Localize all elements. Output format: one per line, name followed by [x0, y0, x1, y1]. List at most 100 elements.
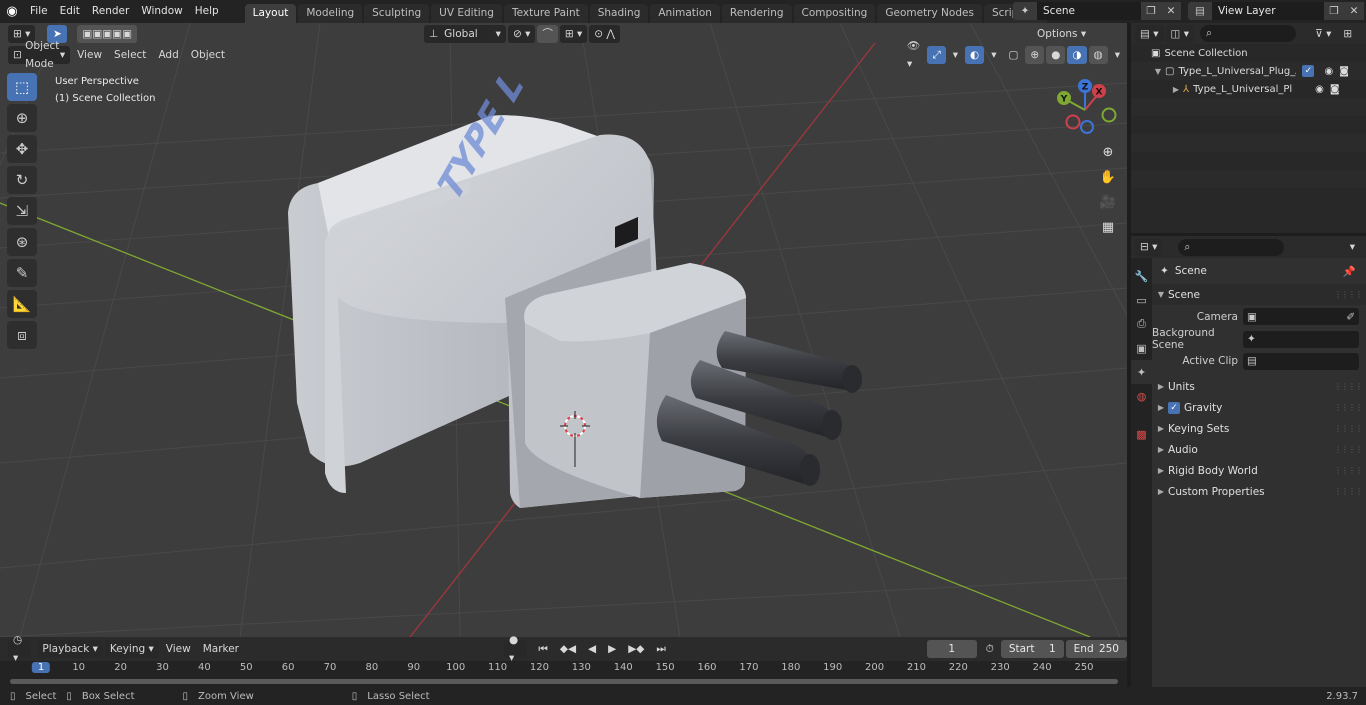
playback-dropdown[interactable]: Playback ▾: [37, 640, 103, 658]
panel-grip-icon[interactable]: ⋮⋮⋮⋮: [1334, 290, 1363, 299]
gizmo-dropdown-icon[interactable]: ▾: [948, 46, 963, 64]
timeline-editor-type-button[interactable]: ◷ ▾: [8, 634, 32, 664]
keying-sets-expand-icon[interactable]: ▶: [1154, 424, 1168, 433]
active-clip-field[interactable]: ▤: [1243, 352, 1359, 370]
keying-dropdown[interactable]: Keying ▾: [104, 640, 159, 658]
shading-solid-icon[interactable]: ●: [1046, 45, 1066, 64]
blender-logo-icon[interactable]: ◉: [0, 0, 24, 23]
units-expand-icon[interactable]: ▶: [1154, 382, 1168, 391]
rigid-body-expand-icon[interactable]: ▶: [1154, 466, 1168, 475]
exclude-checkbox[interactable]: ✓: [1302, 65, 1315, 77]
gravity-expand-icon[interactable]: ▶: [1154, 403, 1168, 412]
units-panel-header[interactable]: ▶ Units ⋮⋮⋮⋮: [1152, 376, 1366, 397]
audio-panel-header[interactable]: ▶ Audio ⋮⋮⋮⋮: [1152, 439, 1366, 460]
tab-shading[interactable]: Shading: [589, 4, 649, 23]
close-scene-icon[interactable]: ✕: [1161, 2, 1181, 20]
menu-render[interactable]: Render: [86, 0, 135, 23]
properties-editor-type-button[interactable]: ⊟ ▾: [1135, 238, 1163, 256]
next-keyframe-icon[interactable]: ▶◆: [623, 640, 649, 658]
gizmo-toggle-icon[interactable]: ⤢: [927, 45, 946, 64]
shading-rendered-icon[interactable]: ◍: [1088, 45, 1108, 64]
zoom-icon[interactable]: ⊕: [1097, 141, 1119, 163]
3d-viewport[interactable]: TYPE L Z X Y ⊞ ▾ ➤ ▣▣▣▣▣ ⊥ Global ▾ ⊘ ▾ …: [0, 23, 1127, 637]
properties-search-input[interactable]: ⌕: [1178, 238, 1285, 256]
tab-sculpting[interactable]: Sculpting: [364, 4, 430, 23]
filter-icon[interactable]: ⊽ ▾: [1310, 25, 1336, 43]
scene-name[interactable]: Scene: [1037, 2, 1141, 20]
rigid-body-grip-icon[interactable]: ⋮⋮⋮⋮: [1334, 466, 1363, 475]
end-frame-field[interactable]: End 250: [1065, 640, 1127, 658]
rotate-tool-icon[interactable]: ↻: [7, 166, 37, 194]
shading-material-icon[interactable]: ◑: [1067, 45, 1087, 64]
shading-dropdown-icon[interactable]: ▾: [1110, 46, 1125, 64]
output-tab-icon[interactable]: ⎙: [1131, 312, 1152, 336]
view-layer-tab-icon[interactable]: ▣: [1131, 336, 1152, 360]
gravity-panel-header[interactable]: ▶ ✓ Gravity ⋮⋮⋮⋮: [1152, 397, 1366, 418]
scene-selector[interactable]: ✦ Scene ❐ ✕: [1013, 2, 1181, 20]
menu-window[interactable]: Window: [135, 0, 188, 23]
transform-orientation-dropdown[interactable]: ⊥ Global ▾: [424, 24, 506, 43]
render-tab-icon[interactable]: ▭: [1131, 288, 1152, 312]
outliner-row-scene-collection[interactable]: ▣ Scene Collection: [1131, 44, 1366, 62]
tab-animation[interactable]: Animation: [650, 4, 720, 23]
tab-rendering[interactable]: Rendering: [721, 4, 792, 23]
render-camera-icon[interactable]: ◙: [1339, 66, 1349, 77]
menu-help[interactable]: Help: [189, 0, 225, 23]
cursor-tool-icon[interactable]: ⊕: [7, 104, 37, 132]
visibility-icon[interactable]: 👁 ▾: [902, 40, 925, 70]
background-scene-field[interactable]: ✦: [1243, 330, 1359, 348]
tool-tab-icon[interactable]: 🔧: [1131, 264, 1152, 288]
timeline-editor[interactable]: ◷ ▾ Playback ▾ Keying ▾ View Marker ● ▾ …: [0, 634, 1127, 687]
custom-properties-expand-icon[interactable]: ▶: [1154, 487, 1168, 496]
timeline-menu-view[interactable]: View: [161, 640, 196, 658]
scene-tab-icon[interactable]: ✦: [1131, 360, 1152, 384]
tab-texture-paint[interactable]: Texture Paint: [503, 4, 588, 23]
menu-file[interactable]: File: [24, 0, 54, 23]
camera-field[interactable]: ▣ ✐: [1243, 308, 1359, 325]
audio-expand-icon[interactable]: ▶: [1154, 445, 1168, 454]
pin-icon[interactable]: 📌: [1343, 265, 1356, 278]
duplicate-view-layer-icon[interactable]: ❐: [1324, 2, 1344, 20]
outliner-row-object[interactable]: ▶ ⅄ Type_L_Universal_Plug_A ◉ ◙: [1131, 80, 1366, 98]
add-cube-tool-icon[interactable]: ⧈: [7, 321, 37, 349]
menu-view[interactable]: View: [72, 46, 107, 64]
world-tab-icon[interactable]: ◍: [1131, 384, 1152, 408]
snap-settings-icon[interactable]: ⊞ ▾: [559, 24, 588, 43]
proportional-edit-icon[interactable]: ⊙ ⋀: [589, 24, 621, 43]
audio-grip-icon[interactable]: ⋮⋮⋮⋮: [1334, 445, 1363, 454]
duplicate-scene-icon[interactable]: ❐: [1141, 2, 1161, 20]
texture-tab-icon[interactable]: ▩: [1131, 422, 1152, 446]
perspective-grid-icon[interactable]: ▦: [1097, 216, 1119, 238]
rigid-body-world-panel-header[interactable]: ▶ Rigid Body World ⋮⋮⋮⋮: [1152, 460, 1366, 481]
overlays-dropdown-icon[interactable]: ▾: [986, 46, 1001, 64]
gravity-grip-icon[interactable]: ⋮⋮⋮⋮: [1334, 403, 1363, 412]
pivot-icon[interactable]: ⊘ ▾: [507, 24, 536, 43]
move-tool-icon[interactable]: ✥: [7, 135, 37, 163]
tab-uv-editing[interactable]: UV Editing: [431, 4, 502, 23]
transform-tool-icon[interactable]: ⊛: [7, 228, 37, 256]
timeline-menu-marker[interactable]: Marker: [198, 640, 244, 658]
options-dropdown[interactable]: Options ▾: [1032, 25, 1091, 43]
selection-mode-icons[interactable]: ▣▣▣▣▣: [77, 24, 138, 43]
hide-eye-icon[interactable]: ◉: [1324, 66, 1333, 77]
timeline-scrollbar[interactable]: [10, 679, 1118, 684]
camera-view-icon[interactable]: 🎥: [1097, 191, 1119, 213]
play-icon[interactable]: ▶: [603, 640, 621, 658]
prev-keyframe-icon[interactable]: ◆◀: [555, 640, 581, 658]
view-layer-name[interactable]: View Layer: [1212, 2, 1324, 20]
jump-end-icon[interactable]: ⏭: [651, 640, 670, 658]
expand-collection-icon[interactable]: ▼: [1151, 67, 1165, 76]
frame-ruler[interactable]: 1 10 20 30 40 50 60 70 80 90 100 110 120 130 140 150 160…: [0, 661, 1127, 675]
scale-tool-icon[interactable]: ⇲: [7, 197, 37, 225]
new-collection-icon[interactable]: ⊞: [1338, 25, 1357, 43]
tab-layout[interactable]: Layout: [244, 4, 297, 23]
jump-start-icon[interactable]: ⏮: [533, 640, 552, 658]
outliner-search-input[interactable]: ⌕: [1200, 25, 1297, 42]
record-icon[interactable]: ● ▾: [504, 634, 528, 664]
eyedropper-icon[interactable]: ✐: [1346, 311, 1355, 323]
current-frame-field[interactable]: 1: [926, 640, 977, 658]
menu-edit[interactable]: Edit: [54, 0, 86, 23]
select-box-tool-icon[interactable]: ⬚: [7, 73, 37, 101]
outliner-row-collection[interactable]: ▼ ▢ Type_L_Universal_Plug_Adap ✓ ◉ ◙: [1131, 62, 1366, 80]
menu-select[interactable]: Select: [109, 46, 151, 64]
